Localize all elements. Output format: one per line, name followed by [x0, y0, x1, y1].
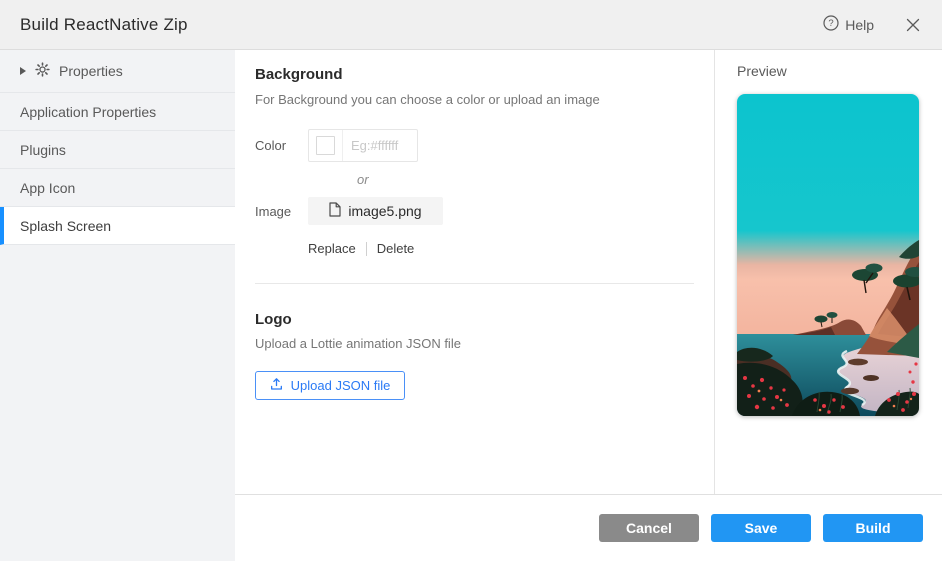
background-section-description: For Background you can choose a color or…	[255, 92, 694, 107]
sidebar-item-splash-screen[interactable]: Splash Screen	[0, 207, 235, 245]
sidebar-item-label: Properties	[59, 63, 123, 79]
uploaded-image-chip[interactable]: image5.png	[308, 197, 443, 225]
sidebar-item-label: Splash Screen	[20, 218, 111, 234]
logo-section-title: Logo	[255, 311, 694, 328]
close-icon[interactable]	[904, 16, 922, 34]
uploaded-image-filename: image5.png	[348, 203, 421, 219]
color-picker-control	[308, 129, 418, 162]
background-section-title: Background	[255, 66, 694, 83]
upload-json-button-label: Upload JSON file	[291, 378, 391, 393]
upload-json-button[interactable]: Upload JSON file	[255, 371, 405, 400]
dialog-title: Build ReactNative Zip	[20, 15, 823, 35]
gear-icon	[35, 62, 50, 80]
sidebar-item-properties[interactable]: Properties	[0, 50, 235, 93]
sidebar-item-app-icon[interactable]: App Icon	[0, 169, 235, 207]
build-reactnative-dialog: Build ReactNative Zip ? Help	[0, 0, 942, 561]
sidebar-item-label: App Icon	[20, 180, 75, 196]
splash-preview-image	[737, 94, 919, 416]
cancel-button[interactable]: Cancel	[599, 514, 699, 542]
or-separator-label: or	[357, 172, 694, 187]
color-swatch[interactable]	[316, 136, 335, 155]
file-icon	[329, 202, 341, 220]
build-button[interactable]: Build	[823, 514, 923, 542]
help-button[interactable]: ? Help	[823, 15, 874, 34]
help-label: Help	[845, 17, 874, 33]
splash-screen-panel: Background For Background you can choose…	[235, 50, 715, 494]
upload-icon	[270, 377, 283, 394]
image-field-label: Image	[255, 204, 308, 219]
svg-text:?: ?	[829, 18, 834, 29]
sidebar: Properties Application Properties Plugin…	[0, 50, 235, 561]
caret-right-icon	[20, 67, 26, 75]
preview-title: Preview	[737, 63, 942, 79]
color-hex-input[interactable]	[343, 138, 417, 153]
dialog-footer: Cancel Save Build	[235, 494, 942, 561]
delete-image-link[interactable]: Delete	[377, 241, 415, 256]
color-field-label: Color	[255, 138, 308, 153]
logo-section-description: Upload a Lottie animation JSON file	[255, 336, 694, 351]
actions-divider	[366, 242, 367, 256]
sidebar-item-application-properties[interactable]: Application Properties	[0, 93, 235, 131]
sidebar-item-plugins[interactable]: Plugins	[0, 131, 235, 169]
help-icon: ?	[823, 15, 839, 34]
section-divider	[255, 283, 694, 284]
dialog-header: Build ReactNative Zip ? Help	[0, 0, 942, 50]
sidebar-item-label: Application Properties	[20, 104, 156, 120]
preview-panel: Preview	[715, 50, 942, 494]
replace-image-link[interactable]: Replace	[308, 241, 356, 256]
save-button[interactable]: Save	[711, 514, 811, 542]
sidebar-item-label: Plugins	[20, 142, 66, 158]
